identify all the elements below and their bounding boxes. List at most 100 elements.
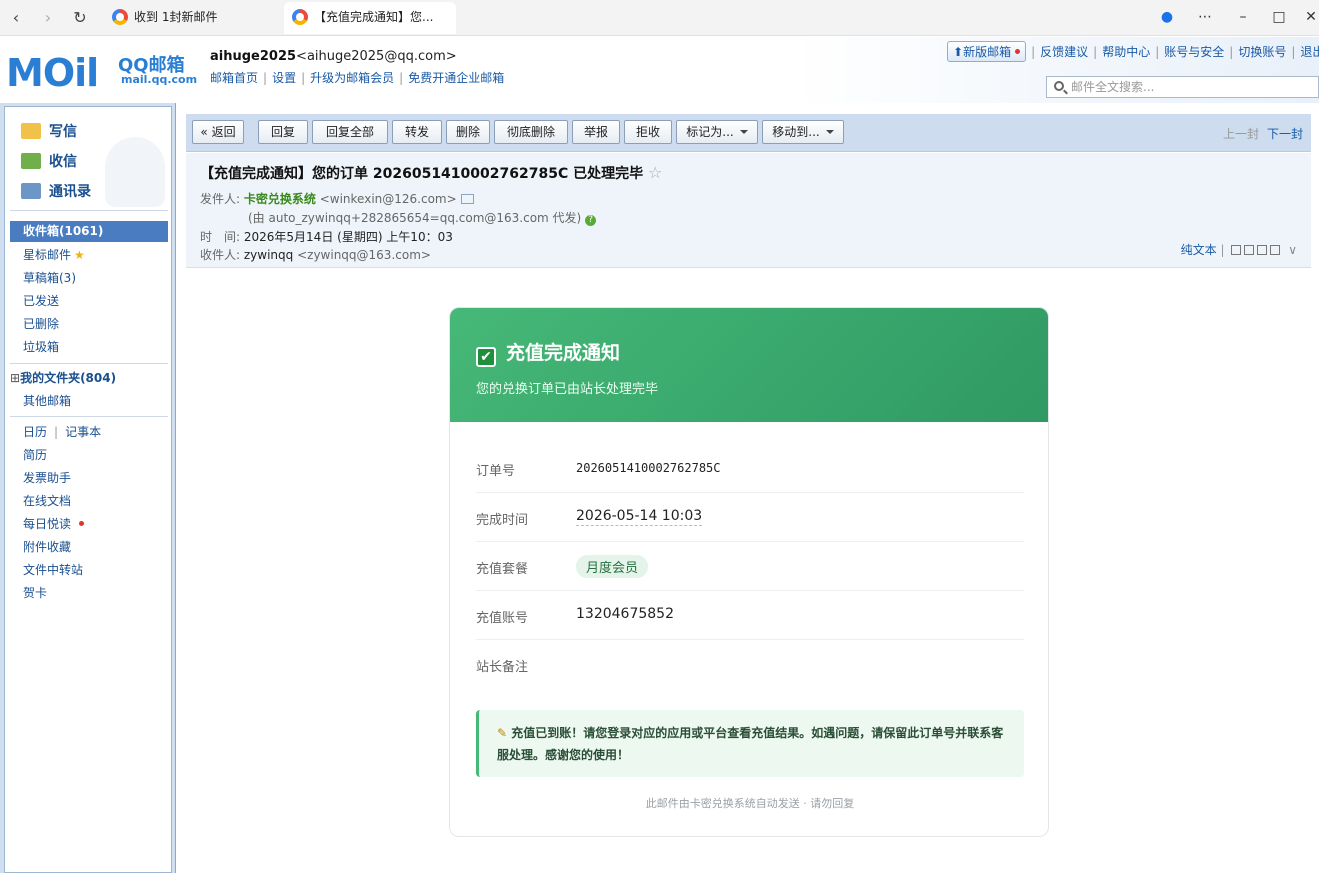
- starred-label: 星标邮件: [23, 248, 72, 262]
- sidebar-item-notes[interactable]: 记事本: [65, 425, 101, 439]
- minimize-icon[interactable]: –: [1228, 6, 1258, 28]
- plain-text-link[interactable]: 纯文本: [1181, 243, 1217, 257]
- sidebar-item-file-transfer[interactable]: 文件中转站: [23, 561, 83, 578]
- link-settings[interactable]: 设置: [272, 71, 296, 85]
- sidebar-item-other-mail[interactable]: 其他邮箱: [23, 392, 71, 409]
- qq-mail-icon: [292, 9, 308, 25]
- close-icon[interactable]: ✕: [1296, 6, 1319, 28]
- link-logout[interactable]: 退出: [1300, 45, 1319, 59]
- delete-button[interactable]: 删除: [446, 120, 490, 144]
- my-folders-label: 我的文件夹(804): [20, 371, 117, 385]
- save-icon[interactable]: [1257, 245, 1268, 255]
- link-help[interactable]: 帮助中心: [1102, 45, 1150, 59]
- note-icon[interactable]: [1244, 245, 1255, 255]
- print-icon[interactable]: [1270, 245, 1281, 255]
- sidebar-item-invoice[interactable]: 发票助手: [23, 469, 71, 486]
- reply-button[interactable]: 回复: [258, 120, 308, 144]
- chevron-down-icon: [739, 130, 748, 134]
- pencil-icon: [21, 123, 41, 139]
- sender-email: <winkexin@126.com>: [319, 192, 457, 206]
- back-icon[interactable]: ‹: [4, 6, 28, 30]
- sidebar-item-starred[interactable]: 星标邮件 ★: [23, 246, 85, 263]
- sidebar-item-attachments[interactable]: 附件收藏: [23, 538, 71, 555]
- tab-inbox[interactable]: 收到 1封新邮件: [104, 2, 274, 34]
- receive-button[interactable]: 收信: [21, 151, 77, 171]
- order-number-row: 订单号 2026051410002762785C: [476, 444, 1024, 493]
- search-input[interactable]: 邮件全文搜索...: [1046, 76, 1319, 98]
- report-button[interactable]: 举报: [572, 120, 620, 144]
- reject-button[interactable]: 拒收: [624, 120, 672, 144]
- sidebar-item-drafts[interactable]: 草稿箱(3): [23, 269, 76, 286]
- time-label: 时 间:: [200, 230, 241, 244]
- mail-logo[interactable]: MOil: [6, 51, 99, 95]
- write-button[interactable]: 写信: [21, 121, 77, 141]
- check-icon: ✔: [476, 347, 496, 367]
- reply-all-button[interactable]: 回复全部: [312, 120, 388, 144]
- sidebar-item-spam[interactable]: 垃圾箱: [23, 338, 59, 355]
- star-icon[interactable]: ☆: [648, 163, 662, 182]
- new-version-label: 新版邮箱: [963, 45, 1012, 59]
- qq-mail-icon: [112, 9, 128, 25]
- contacts-button[interactable]: 通讯录: [21, 181, 91, 201]
- expand-more-icon[interactable]: ∨: [1288, 243, 1297, 257]
- edge-icon[interactable]: ●: [1152, 6, 1182, 28]
- back-button[interactable]: « 返回: [192, 120, 244, 144]
- vcard-icon[interactable]: [460, 194, 474, 204]
- via-line: (由 auto_zywinqq+282865654=qq.com@163.com…: [248, 209, 597, 226]
- account-email: <aihuge2025@qq.com>: [296, 49, 457, 64]
- mail-toolbar: « 返回 回复 回复全部 转发 删除 彻底删除 举报 拒收 标记为... 移动到…: [186, 114, 1311, 152]
- help-icon[interactable]: ?: [585, 215, 597, 226]
- more-icon[interactable]: ⋯: [1190, 6, 1220, 28]
- sender-name[interactable]: 卡密兑换系统: [244, 192, 316, 206]
- from-label: 发件人:: [200, 192, 241, 206]
- sidebar-item-calendar[interactable]: 日历: [23, 425, 47, 439]
- sidebar-item-deleted[interactable]: 已删除: [23, 315, 59, 332]
- mark-as-dropdown[interactable]: 标记为...: [676, 120, 758, 144]
- refresh-icon[interactable]: ↻: [68, 6, 92, 30]
- row-key: 站长备注: [476, 660, 529, 675]
- sidebar-item-cards[interactable]: 贺卡: [23, 584, 47, 601]
- penguin-decoration: [105, 137, 165, 207]
- write-label: 写信: [49, 124, 77, 140]
- link-security[interactable]: 账号与安全: [1164, 45, 1224, 59]
- recipient-line: 收件人: zywinqq <zywinqq@163.com>: [200, 246, 431, 263]
- sidebar-item-my-folders[interactable]: ⊞我的文件夹(804): [10, 369, 116, 386]
- complete-time-row: 完成时间 2026-05-14 10:03: [476, 493, 1024, 542]
- delete-permanently-button[interactable]: 彻底删除: [494, 120, 568, 144]
- package-value: 月度会员: [576, 555, 649, 578]
- sidebar-item-resume[interactable]: 简历: [23, 446, 47, 463]
- new-version-button[interactable]: ⬆新版邮箱: [947, 41, 1027, 62]
- recipient-name[interactable]: zywinqq: [244, 248, 293, 262]
- notice-box: ✎ 充值已到账！请您登录对应的应用或平台查看充值结果。如遇问题，请保留此订单号并…: [476, 710, 1024, 777]
- sidebar-item-daily-read[interactable]: 每日悦读: [23, 515, 85, 532]
- browser-chrome: ‹ › ↻ 收到 1封新邮件 【充值完成通知】您... ● ⋯ – □ ✕: [0, 0, 1319, 36]
- logo-text: MOil: [6, 51, 99, 95]
- link-feedback[interactable]: 反馈建议: [1040, 45, 1088, 59]
- next-mail-link[interactable]: 下一封: [1267, 127, 1303, 141]
- move-to-dropdown[interactable]: 移动到...: [762, 120, 844, 144]
- sidebar-item-sent[interactable]: 已发送: [23, 292, 59, 309]
- sidebar-item-docs[interactable]: 在线文档: [23, 492, 71, 509]
- link-home[interactable]: 邮箱首页: [210, 71, 258, 85]
- tab-current-mail[interactable]: 【充值完成通知】您...: [284, 2, 456, 34]
- notification-card: ✔ 充值完成通知 您的兑换订单已由站长处理完毕 订单号 2026051410002…: [449, 307, 1049, 837]
- recipient-email: <zywinqq@163.com>: [297, 248, 431, 262]
- sender-line: 发件人: 卡密兑换系统 <winkexin@126.com>: [200, 190, 474, 207]
- forward-icon[interactable]: ›: [36, 6, 60, 30]
- link-enterprise[interactable]: 免费开通企业邮箱: [408, 71, 504, 85]
- link-switch-account[interactable]: 切换账号: [1238, 45, 1286, 59]
- maximize-icon[interactable]: □: [1264, 6, 1294, 28]
- complete-time[interactable]: 2026-05-14 10:03: [576, 508, 703, 526]
- forward-button[interactable]: 转发: [392, 120, 442, 144]
- divider: [10, 416, 168, 417]
- pen-icon: ✎: [497, 726, 508, 740]
- new-window-icon[interactable]: [1231, 245, 1242, 255]
- row-key: 充值账号: [476, 611, 529, 626]
- link-upgrade[interactable]: 升级为邮箱会员: [310, 71, 394, 85]
- chevron-down-icon: [825, 130, 834, 134]
- sidebar-item-inbox[interactable]: 收件箱(1061): [10, 221, 168, 242]
- time-value: 2026年5月14日 (星期四) 上午10：03: [243, 230, 453, 244]
- divider: [10, 363, 168, 364]
- expand-icon[interactable]: ⊞: [10, 371, 20, 385]
- card-title-text: 充值完成通知: [506, 342, 621, 364]
